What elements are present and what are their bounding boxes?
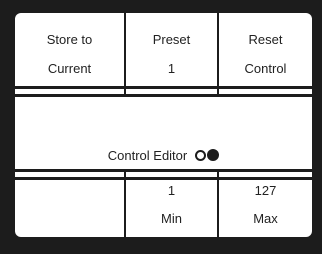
circle-outline-icon xyxy=(195,149,207,161)
separator-bottom-b xyxy=(15,177,312,180)
min-label: Min xyxy=(161,211,182,226)
reset-control-button[interactable]: Reset Control xyxy=(219,32,312,76)
max-label: Max xyxy=(253,211,278,226)
reset-button-line2: Control xyxy=(244,61,287,76)
preset-button-line2: 1 xyxy=(167,61,176,76)
separator-bottom-a xyxy=(15,169,312,172)
min-value: 1 xyxy=(167,183,176,198)
max-control[interactable]: 127 Max xyxy=(219,183,312,226)
reset-button-line1: Reset xyxy=(248,32,283,47)
separator-top-a xyxy=(15,86,312,89)
store-button-line1: Store to xyxy=(46,32,93,47)
min-control[interactable]: 1 Min xyxy=(126,183,217,226)
separator-top-b xyxy=(15,94,312,97)
store-button-line2: Current xyxy=(47,61,92,76)
control-editor-label: Control Editor xyxy=(107,147,188,163)
max-value: 127 xyxy=(254,183,277,198)
store-to-current-button[interactable]: Store to Current xyxy=(15,32,124,76)
preset-button[interactable]: Preset 1 xyxy=(126,32,217,76)
circle-filled-icon xyxy=(207,149,220,161)
preset-button-line1: Preset xyxy=(152,32,191,47)
control-editor-row: Control Editor xyxy=(15,145,312,165)
